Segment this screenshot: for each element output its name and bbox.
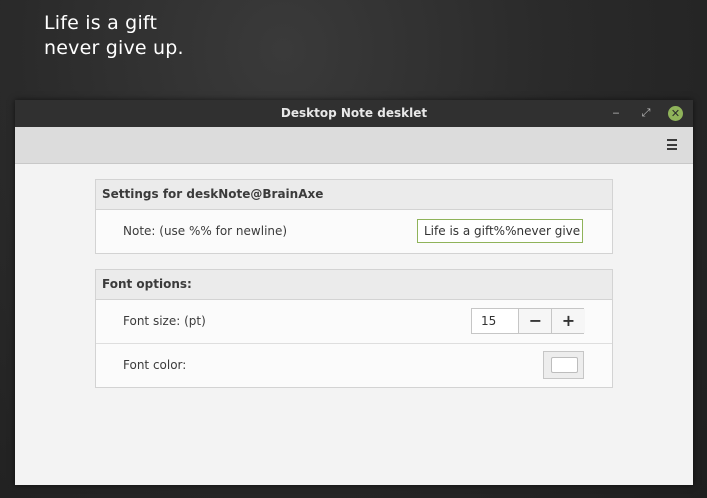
font-color-label: Font color: bbox=[123, 358, 187, 372]
window-title: Desktop Note desklet bbox=[280, 106, 428, 120]
header-bar bbox=[15, 127, 693, 164]
note-input[interactable]: Life is a gift%%never give up. bbox=[417, 219, 583, 243]
font-size-stepper[interactable]: 15 − + bbox=[471, 308, 585, 334]
increase-button[interactable]: + bbox=[551, 309, 585, 333]
font-color-button[interactable] bbox=[543, 351, 584, 379]
decrease-button[interactable]: − bbox=[518, 309, 552, 333]
font-options-section: Font options: Font size: (pt) 15 − + Fon… bbox=[95, 269, 613, 388]
font-color-row: Font color: bbox=[96, 344, 612, 387]
note-label: Note: (use %% for newline) bbox=[123, 224, 288, 238]
font-size-label: Font size: (pt) bbox=[123, 314, 206, 328]
titlebar[interactable]: Desktop Note desklet ‒ ⤢ ✕ bbox=[15, 100, 693, 128]
maximize-icon[interactable]: ⤢ bbox=[638, 105, 654, 121]
section-header: Settings for deskNote@BrainAxe bbox=[96, 180, 612, 210]
section-header: Font options: bbox=[96, 270, 612, 300]
desklet-line-2: never give up. bbox=[44, 37, 184, 59]
hamburger-menu-icon[interactable] bbox=[667, 139, 677, 150]
color-swatch bbox=[551, 357, 578, 373]
font-size-row: Font size: (pt) 15 − + bbox=[96, 300, 612, 344]
close-icon[interactable]: ✕ bbox=[668, 106, 683, 121]
settings-section: Settings for deskNote@BrainAxe Note: (us… bbox=[95, 179, 613, 254]
desklet-line-1: Life is a gift bbox=[44, 12, 158, 34]
note-row: Note: (use %% for newline) Life is a gif… bbox=[96, 210, 612, 253]
font-size-value[interactable]: 15 bbox=[481, 314, 496, 328]
settings-window: Desktop Note desklet ‒ ⤢ ✕ Settings for … bbox=[15, 100, 693, 485]
desklet-note: Life is a gift never give up. bbox=[44, 11, 184, 61]
minimize-icon[interactable]: ‒ bbox=[608, 105, 624, 121]
